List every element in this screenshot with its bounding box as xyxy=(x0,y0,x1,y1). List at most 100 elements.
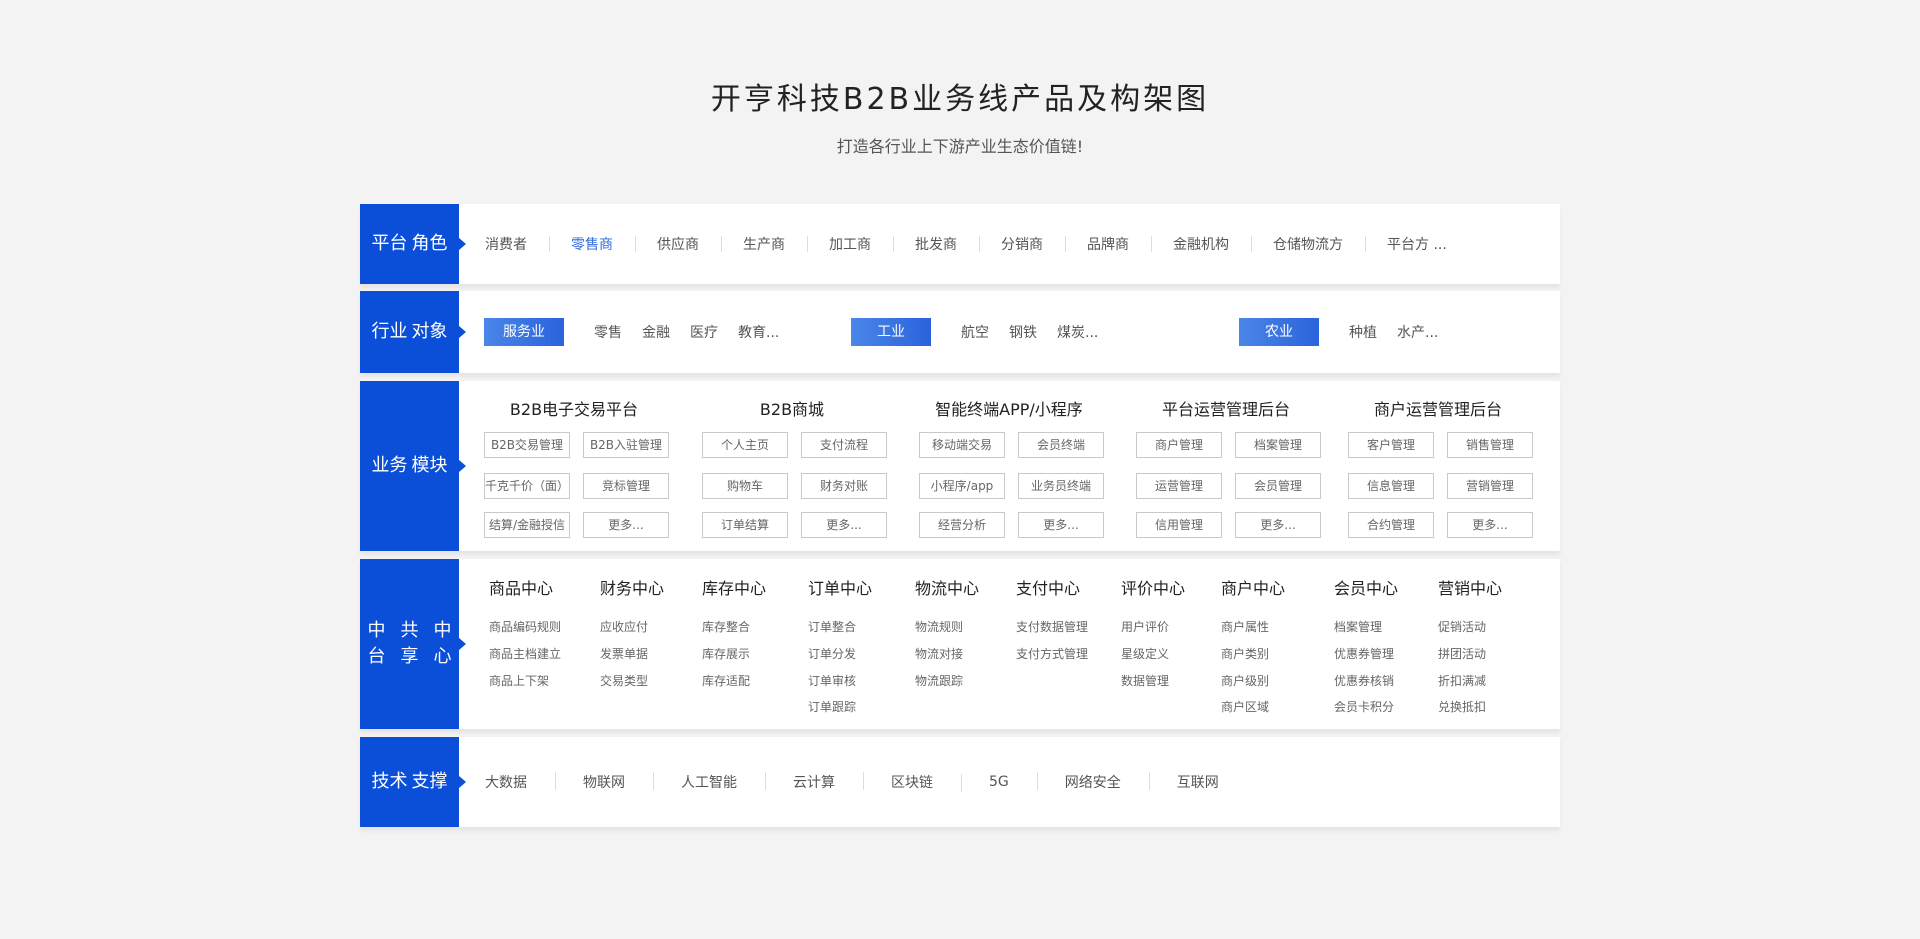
module-item-button[interactable]: 销售管理 xyxy=(1447,432,1533,458)
center-item[interactable]: 兑换抵扣 xyxy=(1438,698,1486,715)
label-line: 行业 xyxy=(371,321,408,342)
center-item[interactable]: 订单整合 xyxy=(808,618,856,635)
tech-item[interactable]: 云计算 xyxy=(765,772,863,792)
industry-item[interactable]: 煤炭... xyxy=(1057,322,1098,342)
center-item[interactable]: 折扣满减 xyxy=(1438,672,1486,689)
module-item-button[interactable]: 信息管理 xyxy=(1348,473,1434,499)
module-item-button[interactable]: 运营管理 xyxy=(1136,473,1222,499)
center-item[interactable]: 优惠券管理 xyxy=(1334,645,1394,662)
role-item[interactable]: 分销商 xyxy=(979,234,1065,254)
center-item[interactable]: 商户属性 xyxy=(1221,618,1269,635)
center-item[interactable]: 商户级别 xyxy=(1221,672,1269,689)
module-item-button[interactable]: B2B交易管理 xyxy=(484,432,570,458)
center-item[interactable]: 交易类型 xyxy=(600,672,648,689)
module-item-button[interactable]: 业务员终端 xyxy=(1018,473,1104,499)
module-item-button[interactable]: 个人主页 xyxy=(702,432,788,458)
industry-item[interactable]: 金融 xyxy=(642,322,670,342)
label-line: 平台 xyxy=(371,233,408,254)
center-item[interactable]: 商品上下架 xyxy=(489,672,549,689)
center-item[interactable]: 库存适配 xyxy=(702,672,750,689)
industry-tag[interactable]: 农业 xyxy=(1239,318,1319,346)
center-item[interactable]: 数据管理 xyxy=(1121,672,1169,689)
module-item-button[interactable]: 千克千价（面） xyxy=(484,473,570,499)
center-item[interactable]: 会员卡积分 xyxy=(1334,698,1394,715)
center-item[interactable]: 拼团活动 xyxy=(1438,645,1486,662)
module-item-button[interactable]: 营销管理 xyxy=(1447,473,1533,499)
tech-item[interactable]: 人工智能 xyxy=(653,772,765,792)
center-item[interactable]: 订单审核 xyxy=(808,672,856,689)
role-item[interactable]: 加工商 xyxy=(807,234,893,254)
center-title: 营销中心 xyxy=(1438,579,1503,598)
center-item[interactable]: 订单跟踪 xyxy=(808,698,856,715)
module-item-button[interactable]: 财务对账 xyxy=(801,473,887,499)
industry-item[interactable]: 种植 xyxy=(1349,322,1377,342)
industry-item[interactable]: 钢铁 xyxy=(1009,322,1037,342)
module-item-button[interactable]: 更多... xyxy=(1235,512,1321,538)
role-item[interactable]: 品牌商 xyxy=(1065,234,1151,254)
module-item-button[interactable]: 小程序/app xyxy=(919,473,1005,499)
tech-support-row: 技术 支撑 大数据 物联网 人工智能 云计算 区块链 5G 网络安全 互联网 xyxy=(360,737,1560,827)
center-item[interactable]: 商户区域 xyxy=(1221,698,1269,715)
center-item[interactable]: 商品编码规则 xyxy=(489,618,561,635)
module-item-button[interactable]: 竞标管理 xyxy=(583,473,669,499)
tech-item[interactable]: 5G xyxy=(961,774,1037,792)
module-item-button[interactable]: 移动端交易 xyxy=(919,432,1005,458)
module-title: 商户运营管理后台 xyxy=(1373,400,1502,419)
module-item-button[interactable]: 客户管理 xyxy=(1348,432,1434,458)
industry-item[interactable]: 航空 xyxy=(961,322,989,342)
center-item[interactable]: 优惠券核销 xyxy=(1334,672,1394,689)
center-item[interactable]: 发票单据 xyxy=(600,645,648,662)
center-item[interactable]: 促销活动 xyxy=(1438,618,1486,635)
tech-item[interactable]: 网络安全 xyxy=(1036,772,1149,792)
tech-item[interactable]: 互联网 xyxy=(1148,772,1247,792)
center-item[interactable]: 库存展示 xyxy=(702,645,750,662)
module-item-button[interactable]: 合约管理 xyxy=(1348,512,1434,538)
module-item-button[interactable]: 商户管理 xyxy=(1136,432,1222,458)
center-item[interactable]: 库存整合 xyxy=(702,618,750,635)
center-item[interactable]: 物流规则 xyxy=(915,618,963,635)
role-item[interactable]: 金融机构 xyxy=(1151,234,1251,254)
module-title: 平台运营管理后台 xyxy=(1161,400,1290,419)
industry-tag[interactable]: 服务业 xyxy=(484,318,564,346)
industry-tag[interactable]: 工业 xyxy=(851,318,931,346)
module-item-button[interactable]: B2B入驻管理 xyxy=(583,432,669,458)
industry-item[interactable]: 水产... xyxy=(1397,322,1438,342)
role-item[interactable]: 生产商 xyxy=(721,234,807,254)
module-item-button[interactable]: 订单结算 xyxy=(702,512,788,538)
tech-item[interactable]: 区块链 xyxy=(863,772,961,792)
module-item-button[interactable]: 档案管理 xyxy=(1235,432,1321,458)
module-item-button[interactable]: 更多... xyxy=(801,512,887,538)
module-item-button[interactable]: 购物车 xyxy=(702,473,788,499)
center-item[interactable]: 用户评价 xyxy=(1121,618,1169,635)
center-item[interactable]: 应收应付 xyxy=(600,618,648,635)
tech-item[interactable]: 物联网 xyxy=(555,772,653,792)
center-item[interactable]: 星级定义 xyxy=(1121,645,1169,662)
module-item-button[interactable]: 会员终端 xyxy=(1018,432,1104,458)
module-item-button[interactable]: 更多... xyxy=(1447,512,1533,538)
center-item[interactable]: 支付方式管理 xyxy=(1016,645,1088,662)
module-item-button[interactable]: 经营分析 xyxy=(919,512,1005,538)
center-item[interactable]: 商品主档建立 xyxy=(489,645,561,662)
module-item-button[interactable]: 结算/金融授信 xyxy=(484,512,570,538)
role-item[interactable]: 批发商 xyxy=(893,234,979,254)
center-item[interactable]: 物流对接 xyxy=(915,645,963,662)
center-item[interactable]: 档案管理 xyxy=(1334,618,1382,635)
role-item[interactable]: 零售商 xyxy=(549,234,635,254)
center-item[interactable]: 物流跟踪 xyxy=(915,672,963,689)
role-item[interactable]: 平台方 ... xyxy=(1365,234,1469,254)
module-item-button[interactable]: 更多... xyxy=(583,512,669,538)
industry-item[interactable]: 零售 xyxy=(594,322,622,342)
center-item[interactable]: 支付数据管理 xyxy=(1016,618,1088,635)
role-item[interactable]: 供应商 xyxy=(635,234,721,254)
module-item-button[interactable]: 信用管理 xyxy=(1136,512,1222,538)
tech-item[interactable]: 大数据 xyxy=(485,772,555,792)
module-item-button[interactable]: 支付流程 xyxy=(801,432,887,458)
industry-item[interactable]: 医疗 xyxy=(690,322,718,342)
module-item-button[interactable]: 更多... xyxy=(1018,512,1104,538)
role-item[interactable]: 消费者 xyxy=(485,234,549,254)
module-item-button[interactable]: 会员管理 xyxy=(1235,473,1321,499)
role-item[interactable]: 仓储物流方 xyxy=(1251,234,1365,254)
industry-item[interactable]: 教育... xyxy=(738,322,779,342)
center-item[interactable]: 订单分发 xyxy=(808,645,856,662)
center-item[interactable]: 商户类别 xyxy=(1221,645,1269,662)
